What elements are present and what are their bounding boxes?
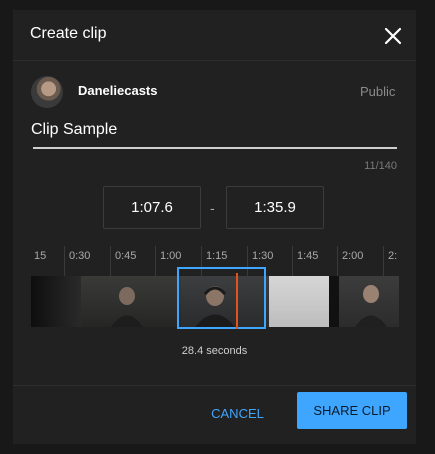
thumbnail-frame [31,276,81,327]
channel-name: Daneliecasts [78,83,158,98]
cancel-button[interactable]: CANCEL [199,399,276,429]
end-time-field[interactable]: 1:35.9 [226,186,324,229]
timeline-tick: 2:00 [337,246,363,276]
thumbnail-frame [81,276,181,327]
timeline-tick: 2: [383,246,397,276]
timeline-tick: 1:00 [155,246,181,276]
dialog-title: Create clip [30,25,107,42]
channel-avatar [31,76,63,108]
time-separator: - [210,200,215,216]
timeline-tick: 0:30 [64,246,90,276]
dialog-header: Create clip [13,10,416,61]
create-clip-dialog: Create clip Daneliecasts Public 11/140 1… [13,10,416,444]
character-count: 11/140 [364,160,397,172]
timeline-tick: 1:45 [292,246,318,276]
share-clip-button[interactable]: SHARE CLIP [297,392,407,429]
clip-title-underline [33,147,397,149]
selection-end-handle[interactable] [264,267,266,275]
playhead[interactable] [236,273,238,329]
thumbnail-frame [269,276,329,327]
visibility-label: Public [360,84,396,99]
close-icon[interactable] [378,21,408,51]
start-time-field[interactable]: 1:07.6 [103,186,201,229]
clip-duration: 28.4 seconds [181,345,248,357]
clip-title-input[interactable] [31,116,395,144]
timeline-tick: 0:45 [110,246,136,276]
dialog-footer: CANCEL SHARE CLIP [13,385,416,444]
thumbnail-frame [339,276,399,327]
thumbnail-frame [329,276,339,327]
selection-start-handle[interactable] [177,267,179,275]
clip-selection-range[interactable] [177,267,266,329]
